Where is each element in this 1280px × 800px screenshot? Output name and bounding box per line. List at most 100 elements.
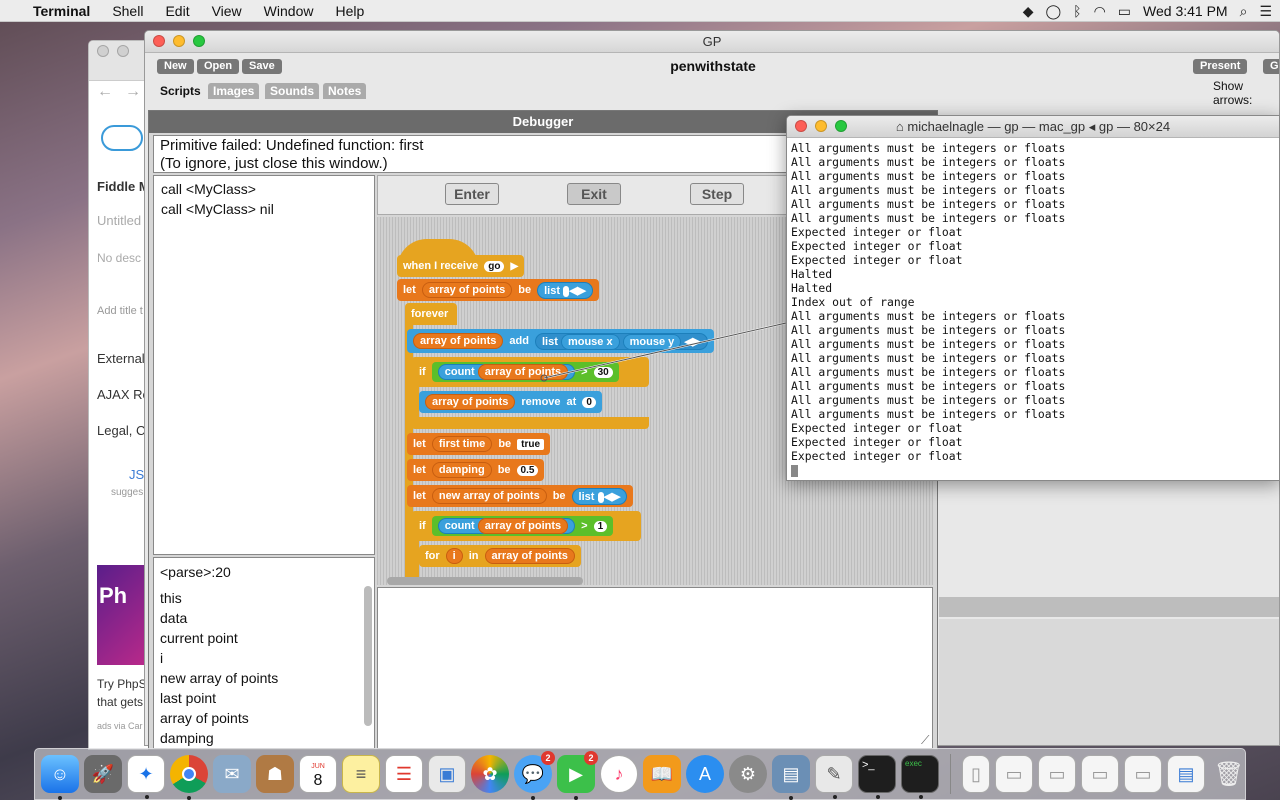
var-array-of-points[interactable]: array of points [425, 394, 516, 410]
list-reporter[interactable]: list ◀▶ [571, 487, 628, 505]
var-damping[interactable]: damping [431, 462, 492, 478]
terminal-icon[interactable]: >_ [858, 755, 896, 799]
var-new-array-of-points[interactable]: new array of points [431, 488, 547, 504]
exit-button[interactable]: Exit [567, 183, 621, 205]
tab-sounds[interactable]: Sounds [265, 83, 319, 99]
zoom-icon[interactable] [835, 120, 847, 132]
safari-icon[interactable]: ✦ [127, 755, 165, 799]
stack-frame[interactable]: call <MyClass> [161, 179, 367, 199]
count-reporter[interactable]: count array of points [437, 518, 576, 534]
exec-terminal-icon[interactable]: exec [901, 755, 939, 799]
sidebar-no-description[interactable]: No desc [97, 251, 141, 265]
tab-scripts[interactable]: Scripts [155, 83, 206, 99]
mail-icon[interactable]: ✉ [213, 755, 251, 793]
contacts-icon[interactable]: ☗ [256, 755, 294, 793]
list-reporter[interactable]: list ◀▶ [537, 281, 593, 299]
step-button[interactable]: Step [690, 183, 744, 205]
number-slot[interactable]: 1 [593, 520, 608, 532]
value-inspector-panel[interactable] [377, 587, 933, 749]
number-slot[interactable]: 0 [582, 396, 596, 408]
var-array-of-points[interactable]: array of points [477, 518, 569, 534]
stack-screenshot-icon[interactable]: ▭ [1038, 755, 1076, 793]
stack-screenshot-icon[interactable]: ▭ [995, 755, 1033, 793]
close-icon[interactable] [153, 35, 165, 47]
sidebar-ajax[interactable]: AJAX Re [97, 387, 150, 402]
wifi-icon[interactable]: ◠ [1094, 3, 1106, 20]
itunes-icon[interactable]: ♪ [600, 755, 638, 793]
app-store-icon[interactable]: A [686, 755, 724, 793]
script-hscrollbar[interactable] [387, 577, 583, 585]
stack-frame[interactable]: call <MyClass> nil [161, 199, 367, 219]
dropbox-icon[interactable]: ◆ [1023, 3, 1034, 20]
finder-icon[interactable]: ☺ [41, 755, 79, 800]
sidebar-untitled[interactable]: Untitled [97, 213, 141, 228]
variable-item[interactable]: damping [160, 728, 368, 748]
sidebar-js[interactable]: JS [129, 467, 144, 482]
number-slot[interactable]: 0.5 [516, 464, 539, 476]
menu-window[interactable]: Window [253, 3, 325, 19]
menu-shell[interactable]: Shell [101, 3, 154, 19]
sidebar-add-title[interactable]: Add title t [97, 305, 143, 317]
minimize-icon[interactable] [815, 120, 827, 132]
var-array-of-points[interactable]: array of points [421, 282, 513, 298]
greater-than-block[interactable]: count array of points > 1 [431, 516, 614, 536]
var-i[interactable]: i [445, 548, 463, 564]
when-receive-block[interactable]: when I receive go ▶ [397, 255, 525, 277]
image-capture-icon[interactable]: ▤ [772, 755, 810, 800]
let-new-array-block[interactable]: let new array of points be list ◀▶ [407, 485, 634, 507]
system-preferences-icon[interactable]: ⚙ [729, 755, 767, 793]
stack-screenshot-icon[interactable]: ▭ [1124, 755, 1162, 793]
menu-help[interactable]: Help [324, 3, 375, 19]
notes-icon[interactable]: ≡ [342, 755, 380, 793]
variable-item[interactable]: new array of points [160, 668, 368, 688]
variable-item[interactable]: i [160, 648, 368, 668]
sidebar-external[interactable]: External [97, 351, 145, 366]
stack-screenshot-icon[interactable]: ▭ [1081, 755, 1119, 793]
variable-item[interactable]: data [160, 608, 368, 628]
ibooks-icon[interactable]: 📖 [643, 755, 681, 793]
event-name-slot[interactable]: go [484, 260, 505, 272]
sidebar-legal[interactable]: Legal, Cr [97, 423, 150, 438]
battery-icon[interactable]: ▭ [1118, 3, 1131, 20]
variable-item[interactable]: last point [160, 688, 368, 708]
clock[interactable]: Wed 3:41 PM [1143, 3, 1228, 19]
calendar-icon[interactable]: JUN 8 [299, 755, 337, 793]
zoom-icon[interactable] [193, 35, 205, 47]
variable-item[interactable]: array of points [160, 708, 368, 728]
boolean-slot[interactable]: true [517, 438, 545, 450]
sync-icon[interactable]: ◯ [1046, 3, 1062, 20]
photos-icon[interactable]: ✿ [471, 755, 509, 793]
notification-center-icon[interactable]: ☰ [1259, 3, 1272, 20]
let-first-time-block[interactable]: let first time be true [407, 433, 551, 455]
menu-edit[interactable]: Edit [154, 3, 200, 19]
forward-icon[interactable]: → [125, 83, 141, 101]
menu-app-terminal[interactable]: Terminal [22, 3, 101, 19]
tab-images[interactable]: Images [208, 83, 260, 99]
go-button[interactable]: G [1263, 59, 1279, 74]
var-array-of-points[interactable]: array of points [484, 548, 575, 564]
back-icon[interactable]: ← [97, 83, 113, 101]
close-icon[interactable] [795, 120, 807, 132]
downloads-stack-icon[interactable]: ▤ [1167, 755, 1205, 793]
chrome-icon[interactable] [170, 755, 208, 800]
launchpad-icon[interactable]: 🚀 [84, 755, 122, 793]
variable-item[interactable]: this [160, 588, 368, 608]
terminal-output[interactable]: All arguments must be integers or floats… [787, 138, 1279, 480]
var-array-of-points[interactable]: array of points [413, 333, 504, 349]
let-damping-block[interactable]: let damping be 0.5 [407, 459, 545, 481]
resize-handle-icon[interactable]: ⟋ [921, 733, 929, 748]
variable-item[interactable]: current point [160, 628, 368, 648]
var-first-time[interactable]: first time [431, 436, 493, 452]
menu-view[interactable]: View [201, 3, 253, 19]
for-block[interactable]: for i in array of points [419, 545, 581, 567]
remove-block[interactable]: array of points remove at 0 [419, 391, 602, 413]
bluetooth-icon[interactable]: ᛒ [1073, 3, 1081, 19]
dropdown-arrow-icon[interactable]: ▶ [510, 261, 518, 272]
trash-icon[interactable]: 🗑 [1210, 755, 1248, 793]
spotlight-icon[interactable]: ⌕ [1240, 3, 1248, 20]
variables-scrollbar[interactable] [364, 586, 372, 726]
tab-notes[interactable]: Notes [323, 83, 367, 99]
enter-button[interactable]: Enter [445, 183, 499, 205]
present-button[interactable]: Present [1193, 59, 1248, 74]
textedit-icon[interactable]: ✎ [815, 755, 853, 799]
